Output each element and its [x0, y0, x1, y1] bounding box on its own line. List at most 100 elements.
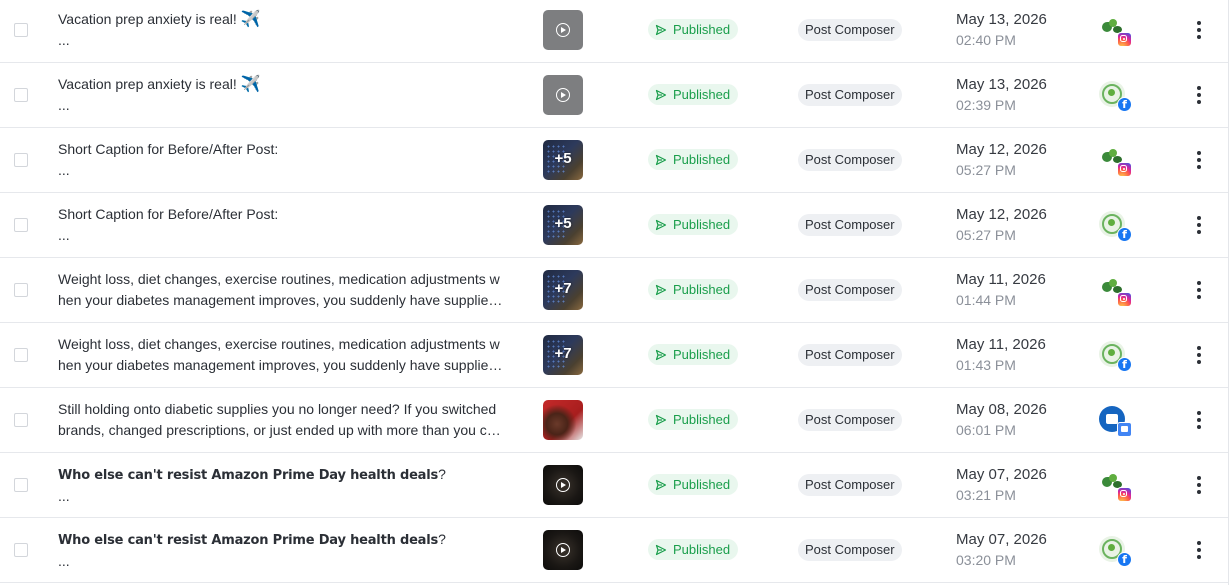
post-caption[interactable]: Vacation prep anxiety is real! ✈️... — [58, 74, 520, 115]
airplane-icon: ✈️ — [240, 76, 261, 93]
post-date: May 12, 2026 — [956, 206, 1047, 223]
send-icon — [655, 219, 667, 230]
media-thumbnail[interactable] — [543, 400, 583, 440]
media-count: +5 — [554, 215, 572, 232]
status-badge: Published — [648, 409, 739, 430]
status-label: Published — [673, 22, 731, 37]
source-badge: Post Composer — [798, 474, 902, 496]
send-icon — [655, 479, 667, 490]
media-count: +5 — [554, 150, 572, 167]
post-time: 05:27 PM — [956, 227, 1016, 243]
caption-line-2: ... — [58, 553, 70, 569]
more-options-icon[interactable] — [1192, 20, 1206, 40]
account-avatar[interactable] — [1097, 274, 1133, 310]
table-row[interactable]: Who else can't resist Amazon Prime Day h… — [0, 519, 1228, 583]
status-badge: Published — [648, 539, 739, 560]
table-row[interactable]: Vacation prep anxiety is real! ✈️... Publi… — [0, 64, 1228, 128]
status-label: Published — [673, 282, 731, 297]
caption-line-1: Short Caption for Before/After Post: — [58, 206, 279, 222]
more-options-icon[interactable] — [1192, 410, 1206, 430]
status-badge: Published — [648, 279, 739, 300]
post-caption[interactable]: Short Caption for Before/After Post:... — [58, 139, 520, 180]
account-avatar[interactable] — [1097, 14, 1133, 50]
row-checkbox[interactable] — [14, 543, 28, 557]
gbp-icon — [1117, 422, 1132, 437]
media-thumbnail[interactable]: +5 — [543, 205, 583, 245]
table-row[interactable]: Who else can't resist Amazon Prime Day h… — [0, 454, 1228, 518]
more-options-icon[interactable] — [1192, 345, 1206, 365]
row-checkbox[interactable] — [14, 348, 28, 362]
table-row[interactable]: Weight loss, diet changes, exercise rout… — [0, 324, 1228, 388]
more-options-icon[interactable] — [1192, 150, 1206, 170]
caption-line-1: Who else can't resist Amazon Prime Day h… — [58, 466, 446, 483]
media-count: +7 — [554, 345, 572, 362]
source-badge: Post Composer — [798, 149, 902, 171]
source-badge: Post Composer — [798, 19, 902, 41]
caption-line-1: Vacation prep anxiety is real! ✈️ — [58, 76, 261, 93]
more-options-icon[interactable] — [1192, 85, 1206, 105]
play-icon — [556, 23, 570, 37]
status-label: Published — [673, 217, 731, 232]
more-options-icon[interactable] — [1192, 475, 1206, 495]
media-thumbnail[interactable] — [543, 530, 583, 570]
status-label: Published — [673, 152, 731, 167]
instagram-icon — [1117, 32, 1132, 47]
media-thumbnail[interactable]: +7 — [543, 270, 583, 310]
post-caption[interactable]: Vacation prep anxiety is real! ✈️... — [58, 9, 520, 50]
row-checkbox[interactable] — [14, 23, 28, 37]
status-badge: Published — [648, 474, 739, 495]
post-time: 05:27 PM — [956, 162, 1016, 178]
table-row[interactable]: Weight loss, diet changes, exercise rout… — [0, 259, 1228, 323]
status-label: Published — [673, 412, 731, 427]
media-thumbnail[interactable]: +5 — [543, 140, 583, 180]
row-checkbox[interactable] — [14, 478, 28, 492]
more-options-icon[interactable] — [1192, 280, 1206, 300]
media-thumbnail[interactable] — [543, 75, 583, 115]
facebook-icon: f — [1117, 552, 1132, 567]
caption-line-2: ... — [58, 32, 70, 48]
media-thumbnail[interactable] — [543, 10, 583, 50]
post-time: 06:01 PM — [956, 422, 1016, 438]
post-date: May 11, 2026 — [956, 271, 1046, 288]
source-badge: Post Composer — [798, 279, 902, 301]
instagram-icon — [1117, 292, 1132, 307]
account-avatar[interactable]: f — [1097, 534, 1133, 570]
airplane-icon: ✈️ — [240, 11, 261, 28]
source-badge: Post Composer — [798, 344, 902, 366]
row-checkbox[interactable] — [14, 88, 28, 102]
account-avatar[interactable] — [1097, 404, 1133, 440]
account-avatar[interactable]: f — [1097, 79, 1133, 115]
account-avatar[interactable] — [1097, 469, 1133, 505]
post-caption[interactable]: Still holding onto diabetic supplies you… — [58, 399, 520, 440]
table-row[interactable]: Short Caption for Before/After Post:... +… — [0, 194, 1228, 258]
play-icon — [556, 543, 570, 557]
row-checkbox[interactable] — [14, 218, 28, 232]
more-options-icon[interactable] — [1192, 540, 1206, 560]
post-caption[interactable]: Who else can't resist Amazon Prime Day h… — [58, 529, 520, 571]
send-icon — [655, 154, 667, 165]
caption-line-1: Still holding onto diabetic supplies you… — [58, 401, 497, 417]
row-checkbox[interactable] — [14, 153, 28, 167]
caption-line-1: Weight loss, diet changes, exercise rout… — [58, 271, 500, 287]
media-thumbnail[interactable] — [543, 465, 583, 505]
more-options-icon[interactable] — [1192, 215, 1206, 235]
post-caption[interactable]: Short Caption for Before/After Post:... — [58, 204, 520, 245]
source-badge: Post Composer — [798, 84, 902, 106]
table-row[interactable]: Still holding onto diabetic supplies you… — [0, 389, 1228, 453]
play-icon — [556, 478, 570, 492]
table-row[interactable]: Vacation prep anxiety is real! ✈️... Publi… — [0, 0, 1228, 63]
caption-line-1: Who else can't resist Amazon Prime Day h… — [58, 531, 446, 548]
post-caption[interactable]: Weight loss, diet changes, exercise rout… — [58, 334, 520, 375]
row-checkbox[interactable] — [14, 413, 28, 427]
post-time: 02:39 PM — [956, 97, 1016, 113]
account-avatar[interactable] — [1097, 144, 1133, 180]
row-checkbox[interactable] — [14, 283, 28, 297]
send-icon — [655, 284, 667, 295]
media-thumbnail[interactable]: +7 — [543, 335, 583, 375]
post-caption[interactable]: Who else can't resist Amazon Prime Day h… — [58, 464, 520, 506]
table-row[interactable]: Short Caption for Before/After Post:... +… — [0, 129, 1228, 193]
caption-line-2: ... — [58, 97, 70, 113]
account-avatar[interactable]: f — [1097, 209, 1133, 245]
post-caption[interactable]: Weight loss, diet changes, exercise rout… — [58, 269, 520, 310]
account-avatar[interactable]: f — [1097, 339, 1133, 375]
